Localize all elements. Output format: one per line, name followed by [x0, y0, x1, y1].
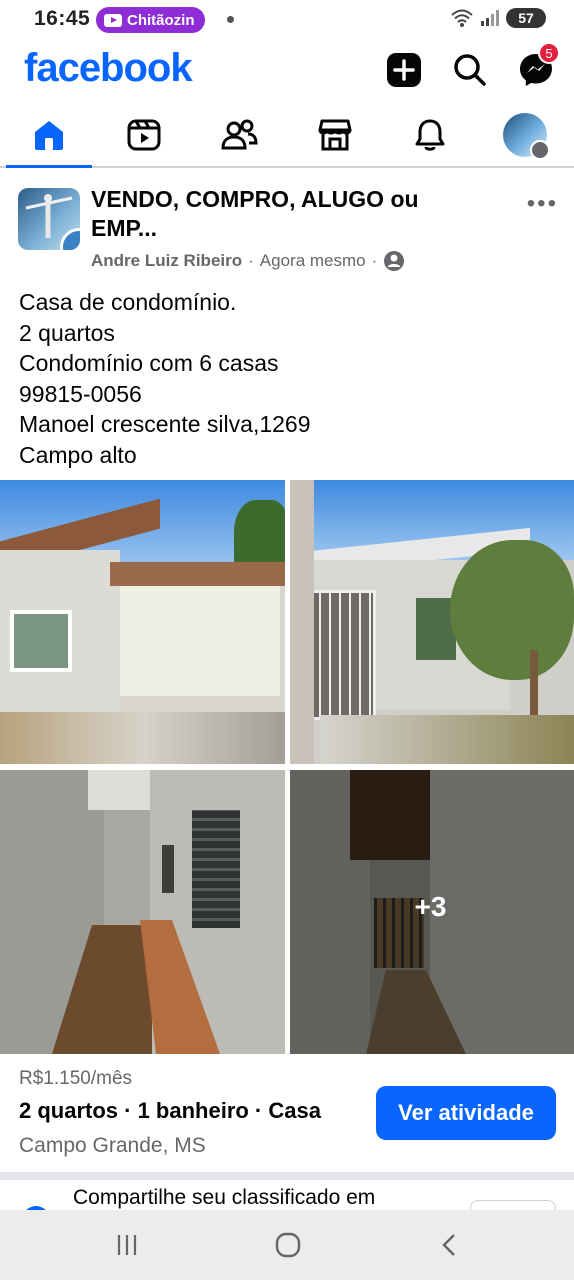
listing-info[interactable]: R$1.150/mês 2 quartos · 1 banheiro · Cas… [0, 1054, 574, 1172]
post-text-line: Casa de condomínio. [19, 289, 237, 315]
group-privacy-icon [384, 251, 405, 271]
photo-corridor-gate[interactable]: +3 [290, 770, 574, 1054]
post-text-line: Condomínio com 6 casas [19, 350, 279, 376]
app-header: facebook 5 [0, 40, 574, 102]
listing-location: Campo Grande, MS [19, 1134, 206, 1157]
recent-apps-icon [117, 1235, 137, 1255]
marketplace-icon [318, 119, 352, 151]
post-text-line: Campo alto [19, 441, 137, 468]
system-icons: 57 [450, 8, 546, 28]
post-author[interactable]: Andre Luiz Ribeiro [91, 251, 242, 271]
tab-menu[interactable] [500, 112, 550, 160]
notification-dot-icon [227, 16, 234, 23]
profile-avatar [503, 113, 550, 160]
facebook-logo: facebook [24, 46, 193, 90]
status-bar: 16:45 Chitãozin 57 [0, 0, 574, 40]
tab-friends[interactable] [214, 112, 264, 158]
more-photos-count: +3 [414, 891, 447, 922]
messenger-button[interactable]: 5 [516, 42, 560, 90]
back-button[interactable] [430, 1230, 470, 1260]
post-text: Casa de condomínio. 2 quartos Condomínio… [19, 287, 559, 470]
create-button[interactable] [384, 50, 424, 90]
messenger-badge: 5 [538, 42, 560, 64]
active-tab-indicator [6, 165, 92, 168]
plus-icon [387, 53, 421, 87]
listing-price: R$1.150/mês [19, 1068, 133, 1089]
share-listing-row[interactable]: Compartilhe seu classificado em [0, 1180, 574, 1212]
photo-corridor-window[interactable] [0, 770, 285, 1054]
tab-marketplace[interactable] [310, 112, 360, 158]
wifi-icon [451, 9, 473, 27]
search-button[interactable] [450, 50, 490, 90]
post-text-line: 2 quartos [19, 319, 115, 346]
share-prompt-text: Compartilhe seu classificado em [73, 1186, 376, 1209]
search-icon [454, 54, 486, 86]
post-text-line: Manoel crescente silva,1269 [19, 411, 311, 437]
section-divider [0, 1172, 574, 1180]
tab-video[interactable] [119, 112, 169, 158]
main-tab-bar [0, 104, 574, 168]
home-button[interactable] [268, 1230, 308, 1260]
friends-icon [221, 119, 258, 150]
listing-summary: 2 quartos · 1 banheiro · Casa [19, 1098, 321, 1123]
post-header: VENDO, COMPRO, ALUGO ou EMP... ••• Andre… [0, 170, 574, 280]
notification-pill[interactable]: Chitãozin [96, 7, 205, 33]
menu-icon [530, 140, 550, 160]
post-time[interactable]: Agora mesmo [260, 251, 366, 271]
view-activity-button[interactable]: Ver atividade [376, 1086, 556, 1140]
home-icon [35, 121, 63, 150]
tab-notifications[interactable] [405, 112, 455, 158]
battery-indicator: 57 [506, 8, 546, 28]
system-navigation-bar [0, 1210, 574, 1280]
notifications-icon [415, 119, 445, 151]
meta-separator: · [248, 251, 254, 270]
post-text-line: 99815-0056 [19, 380, 142, 407]
more-options-icon[interactable]: ••• [527, 190, 558, 218]
photo-house-front[interactable] [0, 480, 285, 764]
group-name[interactable]: VENDO, COMPRO, ALUGO ou EMP... [91, 185, 481, 243]
video-icon [127, 119, 161, 151]
recent-apps-button[interactable] [107, 1230, 147, 1260]
meta-separator: · [371, 251, 378, 270]
group-avatar[interactable] [18, 188, 80, 250]
signal-icon [481, 10, 499, 26]
tab-home[interactable] [24, 112, 74, 158]
photo-house-side[interactable] [290, 480, 574, 764]
back-icon [442, 1234, 455, 1256]
more-photos-overlay[interactable]: +3 [290, 770, 574, 1054]
youtube-icon [104, 13, 122, 27]
post-meta: Andre Luiz Ribeiro · Agora mesmo · [91, 250, 405, 272]
status-time: 16:45 [34, 7, 91, 30]
home-circle-icon [275, 1232, 301, 1258]
photo-grid: +3 [0, 480, 574, 1054]
notification-app-label: Chitãozin [127, 11, 195, 29]
